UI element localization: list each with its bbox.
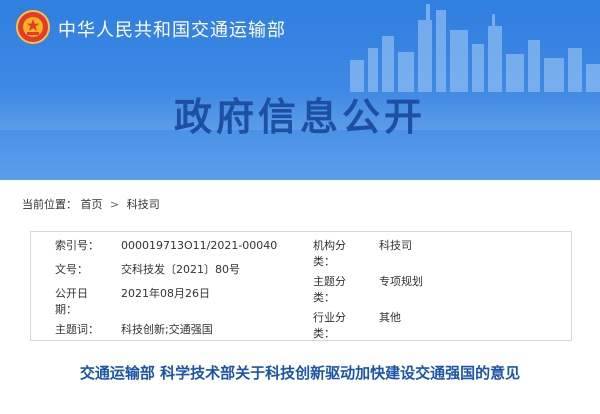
doc-no-label: 文号： [55,263,88,276]
topic-label-line1: 主题分 [313,275,346,288]
breadcrumb-label: 当前位置： [22,198,77,211]
national-emblem-icon [16,10,50,44]
keywords-label: 主题词： [55,323,99,336]
site-banner: 中华人民共和国交通运输部 政府信息公开 [0,0,600,180]
breadcrumb-separator: > [110,198,120,211]
document-title: 交通运输部 科学技术部关于科技创新驱动加快建设交通强国的意见 [79,364,521,382]
keywords-value: 科技创新;交通强国 [121,323,213,336]
doc-no-value: 交科技发〔2021〕80号 [121,263,240,276]
ministry-name[interactable]: 中华人民共和国交通运输部 [58,16,286,42]
index-no-label: 索引号： [55,239,99,252]
content-card: 当前位置： 首页 > 科技司 索引号： 000019713O11/2021-00… [8,184,592,414]
topic-label: 主题分 类： [313,274,363,306]
breadcrumb-home-link[interactable]: 首页 [81,196,103,212]
publish-date-label-line1: 公开日 [55,287,88,300]
agency-label-line1: 机构分 [313,239,346,252]
publish-date-value: 2021年08月26日 [121,287,210,300]
industry-label-line2: 类： [313,327,335,340]
publish-date-label-line2: 期： [55,303,77,316]
topic-value: 专项规划 [379,275,423,288]
metadata-table: 索引号： 000019713O11/2021-00040 文号： 交科技发〔20… [30,231,572,341]
index-no-value: 000019713O11/2021-00040 [121,239,278,252]
industry-value: 其他 [379,311,401,324]
industry-label: 行业分 类： [313,310,363,342]
page-heading: 政府信息公开 [173,94,426,139]
city-skyline-illustration [350,4,600,92]
publish-date-label: 公开日 期： [55,286,115,318]
topic-label-line2: 类： [313,291,335,304]
industry-label-line1: 行业分 [313,311,346,324]
breadcrumb-keji-link[interactable]: 科技司 [127,196,160,212]
agency-value: 科技司 [379,239,412,252]
agency-label: 机构分 类： [313,238,363,270]
breadcrumb: 当前位置： 首页 > 科技司 [22,196,160,212]
agency-label-line2: 类： [313,255,335,268]
